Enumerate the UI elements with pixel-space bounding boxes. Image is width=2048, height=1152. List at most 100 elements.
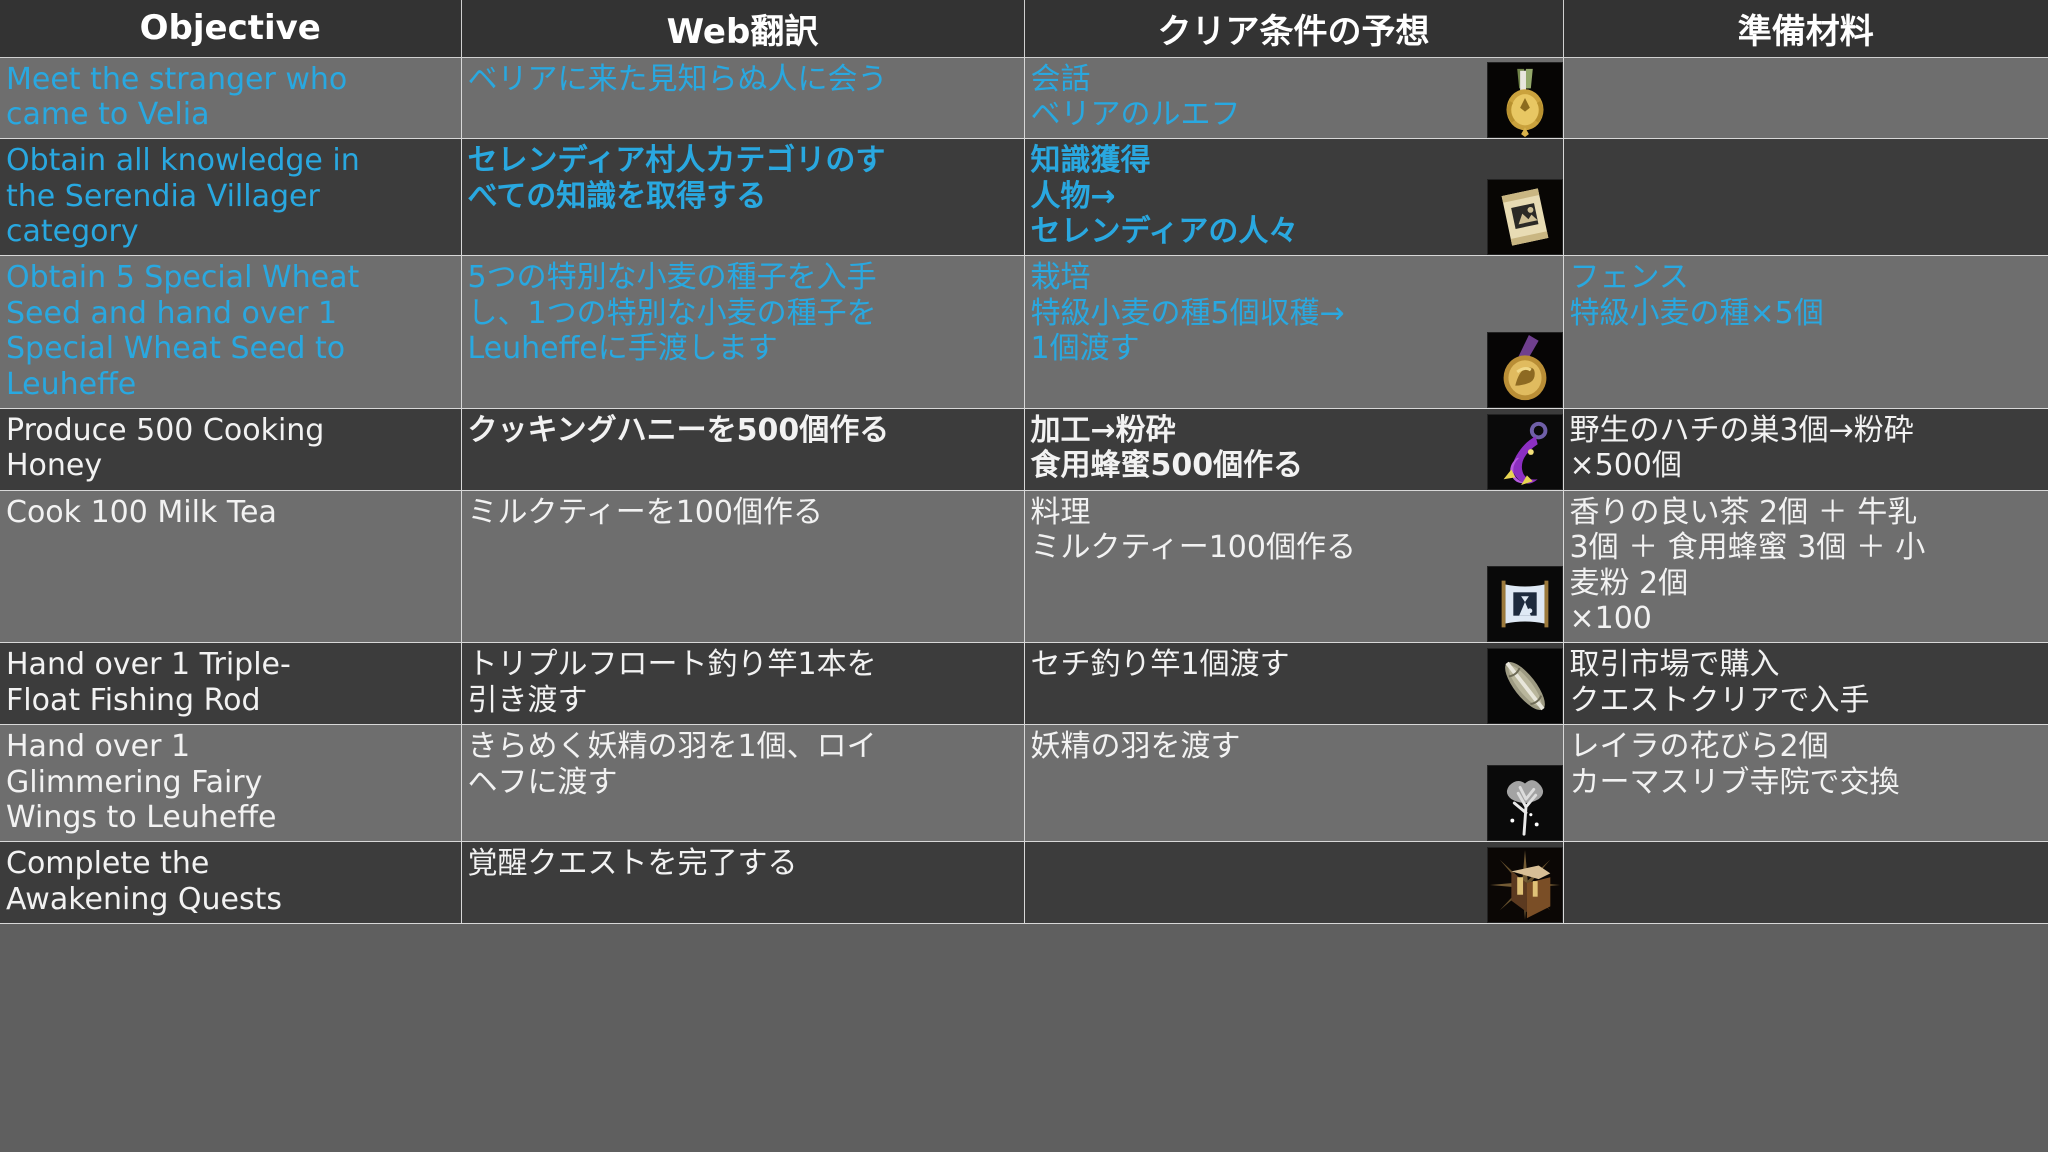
table-row: Produce 500 Cooking Honey クッキングハニーを500個作る 加… (0, 408, 2048, 491)
glowing-tree-icon (1486, 765, 1562, 841)
text-line: Produce 500 Cooking (6, 413, 325, 449)
knowledge-scroll-icon (1486, 179, 1562, 255)
text-line: Cook 100 Milk Tea (6, 494, 277, 530)
cell-objective: Meet the stranger who came to Velia (0, 56, 462, 140)
cell-clear-condition: 知識獲得 人物→ セレンディアの人々 (1023, 138, 1564, 257)
text-line: クエストクリアで入手 (1569, 682, 1870, 718)
text-line: Leuheffe (6, 366, 137, 402)
cell-clear-condition-text (1031, 846, 1477, 847)
cell-materials-text: フェンス 特級小麦の種×5個 (1570, 260, 2043, 331)
cell-web-translation: ベリアに来た見知らぬ人に会う (460, 56, 1025, 140)
text-line: Special Wheat Seed to (6, 331, 346, 367)
cell-web-translation: 覚醒クエストを完了する (460, 841, 1025, 925)
table-row: Cook 100 Milk Tea ミルクティーを100個作る 料理 ミルクティー10… (0, 489, 2048, 644)
text-line: 5つの特別な小麦の種子を入手 (467, 260, 877, 296)
text-line: Awakening Quests (6, 881, 283, 917)
cell-objective: Cook 100 Milk Tea (0, 489, 462, 644)
cell-clear-condition: 妖精の羽を渡す (1023, 724, 1564, 843)
cell-objective: Obtain all knowledge in the Serendia Vill… (0, 138, 462, 257)
table-row: Hand over 1 Triple- Float Fishing Rod トリプル… (0, 642, 2048, 726)
table-row: Obtain 5 Special Wheat Seed and hand over… (0, 255, 2048, 410)
cell-objective: Hand over 1 Glimmering Fairy Wings to Leuh… (0, 724, 462, 843)
cell-materials: 野生のハチの巣3個→粉砕 ×500個 (1562, 408, 2048, 491)
cell-objective-text: Obtain 5 Special Wheat Seed and hand over… (6, 260, 455, 402)
text-line: 栽培 (1030, 260, 1091, 296)
text-line: 麦粉 2個 (1569, 565, 1689, 601)
text-line: セレンディアの人々 (1030, 214, 1299, 250)
text-line: 3個 ＋ 食用蜂蜜 3個 ＋ 小 (1569, 530, 1926, 566)
table-body: Meet the stranger who came to Velia ベリアに来た… (0, 56, 2048, 925)
text-line: Glimmering Fairy (6, 764, 263, 800)
table-header: Objective Web翻訳 クリア条件の予想 準備材料 (0, 0, 2048, 58)
cell-clear-condition: 栽培 特級小麦の種5個収穫→ 1個渡す (1023, 255, 1564, 410)
cell-web-translation-text: 5つの特別な小麦の種子を入手 し、1つの特別な小麦の種子を Leuheffeに手渡し… (468, 260, 1018, 366)
cell-materials: 取引市場で購入 クエストクリアで入手 (1562, 642, 2048, 726)
column-header-clear-condition: クリア条件の予想 (1023, 0, 1564, 58)
text-line: トリプルフロート釣り竿1本を (467, 647, 877, 683)
cell-web-translation: クッキングハニーを500個作る (460, 408, 1025, 491)
text-line: きらめく妖精の羽を1個、ロイ (467, 729, 877, 765)
cell-clear-condition: 料理 ミルクティー100個作る (1023, 489, 1564, 644)
cell-web-translation-text: ベリアに来た見知らぬ人に会う (468, 62, 1018, 97)
text-line: Seed and hand over 1 (6, 295, 338, 331)
text-line: ×100 (1569, 600, 1652, 636)
cell-clear-condition: 会話 ベリアのルエフ (1023, 56, 1564, 140)
empty-cell (1570, 846, 2043, 847)
cell-clear-condition: セチ釣り竿1個渡す (1023, 642, 1564, 726)
table-row: Complete the Awakening Quests 覚醒クエストを完了する (0, 841, 2048, 925)
text-line: Float Fishing Rod (6, 682, 261, 718)
text-line: 加工→粉砕 (1030, 413, 1176, 449)
text-line: セチ釣り竿1個渡す (1030, 647, 1290, 683)
cell-web-translation: セレンディア村人カテゴリのす べての知識を取得する (460, 138, 1025, 257)
text-line: ミルクティー100個作る (1030, 530, 1356, 566)
text-line: ミルクティーを100個作る (467, 494, 823, 530)
cell-objective-text: Cook 100 Milk Tea (6, 495, 455, 530)
text-line: Hand over 1 (6, 729, 191, 765)
empty-cell (1031, 846, 1477, 847)
text-line: し、1つの特別な小麦の種子を (467, 295, 877, 331)
cell-web-translation-text: クッキングハニーを500個作る (468, 413, 1018, 448)
text-line: Wings to Leuheffe (6, 799, 277, 835)
cell-clear-condition-text: セチ釣り竿1個渡す (1031, 647, 1477, 682)
cell-web-translation-text: きらめく妖精の羽を1個、ロイ ヘフに渡す (468, 729, 1018, 800)
cell-web-translation: 5つの特別な小麦の種子を入手 し、1つの特別な小麦の種子を Leuheffeに手渡し… (460, 255, 1025, 410)
text-line: 食用蜂蜜500個作る (1030, 448, 1304, 484)
medal-bronze-farming-icon (1486, 332, 1562, 408)
cell-web-translation: ミルクティーを100個作る (460, 489, 1025, 644)
text-line: 特級小麦の種×5個 (1569, 295, 1824, 331)
text-line: category (6, 214, 139, 250)
column-header-web-translation: Web翻訳 (460, 0, 1025, 58)
cell-objective-text: Hand over 1 Triple- Float Fishing Rod (6, 647, 455, 718)
cell-objective: Hand over 1 Triple- Float Fishing Rod (0, 642, 462, 726)
cell-materials (1562, 138, 2048, 257)
text-line: 覚醒クエストを完了する (467, 846, 798, 882)
cell-clear-condition-text: 妖精の羽を渡す (1031, 729, 1477, 764)
cell-objective-text: Obtain all knowledge in the Serendia Vill… (6, 143, 455, 249)
column-header-objective: Objective (0, 0, 462, 58)
text-line: Leuheffeに手渡します (467, 331, 778, 367)
cell-objective: Complete the Awakening Quests (0, 841, 462, 925)
text-line: the Serendia Villager (6, 178, 320, 214)
cell-objective-text: Complete the Awakening Quests (6, 846, 455, 917)
cell-clear-condition-text: 加工→粉砕 食用蜂蜜500個作る (1031, 413, 1477, 484)
text-line: ベリアのルエフ (1030, 96, 1241, 132)
text-line: 人物→ (1030, 178, 1116, 214)
cell-materials (1562, 841, 2048, 925)
text-line: came to Velia (6, 96, 210, 132)
cell-clear-condition-text: 知識獲得 人物→ セレンディアの人々 (1031, 143, 1477, 249)
cell-materials-text (1570, 846, 2043, 847)
text-line: 1個渡す (1030, 331, 1140, 367)
cell-objective: Produce 500 Cooking Honey (0, 408, 462, 491)
cell-materials-text: レイラの花びら2個 カーマスリブ寺院で交換 (1570, 729, 2043, 800)
cell-objective: Obtain 5 Special Wheat Seed and hand over… (0, 255, 462, 410)
cell-materials: フェンス 特級小麦の種×5個 (1562, 255, 2048, 410)
text-line: カーマスリブ寺院で交換 (1569, 764, 1900, 800)
quest-objectives-table: Objective Web翻訳 クリア条件の予想 準備材料 Meet the s… (0, 0, 2048, 925)
cell-web-translation-text: トリプルフロート釣り竿1本を 引き渡す (468, 647, 1018, 718)
text-line: ベリアに来た見知らぬ人に会う (467, 61, 888, 97)
cell-materials-text: 香りの良い茶 2個 ＋ 牛乳 3個 ＋ 食用蜂蜜 3個 ＋ 小麦粉 2個 ×100 (1570, 495, 2043, 637)
medal-laurel-gold-icon (1486, 62, 1562, 138)
text-line: 料理 (1030, 494, 1091, 530)
cell-web-translation: きらめく妖精の羽を1個、ロイ ヘフに渡す (460, 724, 1025, 843)
cell-materials-text (1570, 62, 2043, 63)
